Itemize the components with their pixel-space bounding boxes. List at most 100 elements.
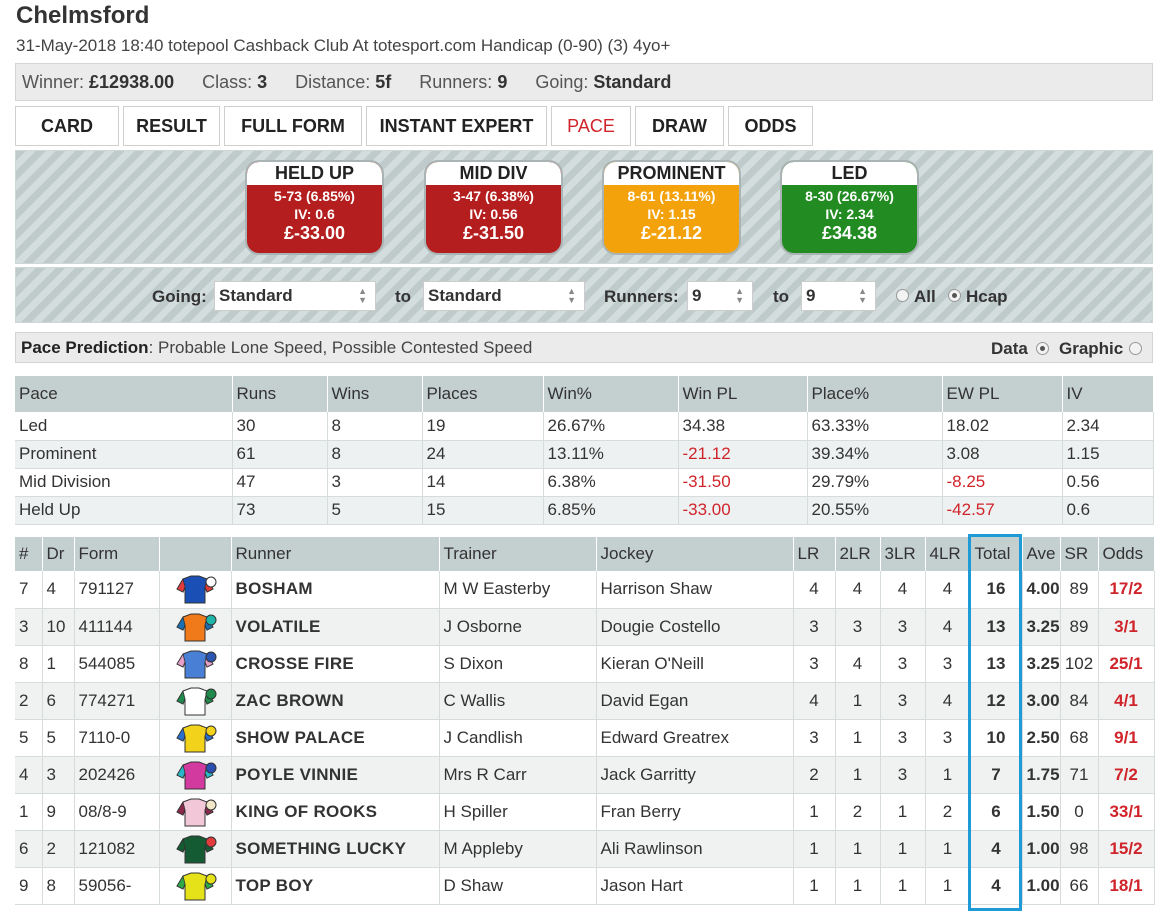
runner-trainer-cell[interactable]: J Candlish bbox=[439, 719, 597, 757]
runner-row[interactable]: 2 6 774271 ZAC BROWN C Wallis David Egan 4 1 3 4 1… bbox=[15, 682, 1155, 720]
runner-lr2-cell: 2 bbox=[835, 793, 881, 831]
runner-jockey-cell[interactable]: Edward Greatrex bbox=[596, 719, 794, 757]
runner-ave-cell: 4.00 bbox=[1022, 571, 1061, 609]
pace-table-cell: 30 bbox=[232, 412, 328, 441]
runner-runner-cell[interactable]: CROSSE FIRE bbox=[231, 645, 440, 683]
graphic-radio[interactable] bbox=[1129, 342, 1142, 355]
runner-runner-cell[interactable]: VOLATILE bbox=[231, 608, 440, 646]
tab-full-form[interactable]: FULL FORM bbox=[224, 106, 362, 146]
runner-jockey-cell[interactable]: Dougie Costello bbox=[596, 608, 794, 646]
runner-trainer-cell[interactable]: M W Easterby bbox=[439, 571, 597, 609]
all-radio[interactable] bbox=[896, 289, 909, 302]
runner-sr-cell: 98 bbox=[1060, 830, 1099, 868]
pace-box-led[interactable]: LED 8-30 (26.67%) IV: 2.34 £34.38 bbox=[780, 160, 919, 255]
runner-runner-cell[interactable]: POYLE VINNIE bbox=[231, 756, 440, 794]
runner-row[interactable]: 6 2 121082 SOMETHING LUCKY M Appleby Ali Rawl… bbox=[15, 830, 1155, 868]
runner-runner-cell[interactable]: SHOW PALACE bbox=[231, 719, 440, 757]
pace-col-header[interactable]: EW PL bbox=[942, 376, 1063, 412]
pace-col-header[interactable]: Win% bbox=[543, 376, 679, 412]
runner-jockey-cell[interactable]: Ali Rawlinson bbox=[596, 830, 794, 868]
runner-runner-cell[interactable]: TOP BOY bbox=[231, 867, 440, 905]
runner-lr-cell: 4 bbox=[793, 571, 836, 609]
runner-trainer-cell[interactable]: Mrs R Carr bbox=[439, 756, 597, 794]
runners-col-header[interactable]: 4LR bbox=[925, 537, 971, 571]
runners-col-header[interactable]: Form bbox=[74, 537, 160, 571]
runners-from-select[interactable]: 9 ▲ ▼ bbox=[687, 281, 753, 311]
runners-col-header[interactable]: Total bbox=[970, 537, 1023, 571]
runner-row[interactable]: 1 9 08/8-9 KING OF ROOKS H Spiller Fran Berry… bbox=[15, 793, 1155, 831]
tab-instant-expert[interactable]: INSTANT EXPERT bbox=[366, 106, 547, 146]
data-radio[interactable] bbox=[1036, 342, 1049, 355]
tab-result[interactable]: RESULT bbox=[123, 106, 220, 146]
pace-box-mid-div[interactable]: MID DIV 3-47 (6.38%) IV: 0.56 £-31.50 bbox=[424, 160, 563, 255]
runners-col-header[interactable]: Dr bbox=[42, 537, 75, 571]
select-arrows-icon: ▲ ▼ bbox=[358, 286, 367, 305]
runner-row[interactable]: 9 8 59056- TOP BOY D Shaw Jason Hart 1 1 1 1 4 1.00… bbox=[15, 867, 1155, 905]
runner-row[interactable]: 3 10 411144 VOLATILE J Osborne Dougie Costell… bbox=[15, 608, 1155, 646]
runner-jockey-cell[interactable]: Harrison Shaw bbox=[596, 571, 794, 609]
runner-total-cell: 6 bbox=[970, 793, 1023, 831]
runner-trainer-cell[interactable]: C Wallis bbox=[439, 682, 597, 720]
tab-card[interactable]: CARD bbox=[15, 106, 119, 146]
runner-ave-cell: 1.00 bbox=[1022, 830, 1061, 868]
data-label: Data bbox=[991, 339, 1028, 358]
runner-jockey-cell[interactable]: Jack Garritty bbox=[596, 756, 794, 794]
runners-col-header[interactable]: 3LR bbox=[880, 537, 926, 571]
pace-col-header[interactable]: Places bbox=[422, 376, 544, 412]
pace-table-cell: Led bbox=[15, 412, 233, 441]
runners-col-header[interactable]: Ave bbox=[1022, 537, 1061, 571]
runner-row[interactable]: 8 1 544085 CROSSE FIRE S Dixon Kieran O'Neill… bbox=[15, 645, 1155, 683]
pace-table-cell: Mid Division bbox=[15, 468, 233, 497]
pace-table-row: Mid Division 47 3 14 6.38% -31.50 29.79% -8.25 0… bbox=[15, 468, 1154, 497]
runner-trainer-cell[interactable]: J Osborne bbox=[439, 608, 597, 646]
pace-table-cell: 34.38 bbox=[678, 412, 808, 441]
tab-draw[interactable]: DRAW bbox=[635, 106, 724, 146]
runners-col-header[interactable]: SR bbox=[1060, 537, 1099, 571]
runner-form-cell: 774271 bbox=[74, 682, 160, 720]
pace-col-header[interactable]: Wins bbox=[327, 376, 423, 412]
runner-trainer-cell[interactable]: M Appleby bbox=[439, 830, 597, 868]
going-info: Going: Standard bbox=[535, 71, 672, 92]
runners-col-header[interactable]: Odds bbox=[1098, 537, 1155, 571]
runner-sr-cell: 89 bbox=[1060, 571, 1099, 609]
pace-col-header[interactable]: Win PL bbox=[678, 376, 808, 412]
runner-jockey-cell[interactable]: Fran Berry bbox=[596, 793, 794, 831]
pace-col-header[interactable]: IV bbox=[1062, 376, 1154, 412]
runners-col-header[interactable]: Trainer bbox=[439, 537, 597, 571]
runners-col-header[interactable] bbox=[159, 537, 232, 571]
runner-runner-cell[interactable]: SOMETHING LUCKY bbox=[231, 830, 440, 868]
runner-trainer-cell[interactable]: S Dixon bbox=[439, 645, 597, 683]
tab-pace[interactable]: PACE bbox=[551, 106, 631, 146]
pace-col-header[interactable]: Place% bbox=[807, 376, 943, 412]
pace-box-pl: £34.38 bbox=[821, 223, 878, 243]
runners-to-select[interactable]: 9 ▲ ▼ bbox=[801, 281, 876, 311]
pace-box-held-up[interactable]: HELD UP 5-73 (6.85%) IV: 0.6 £-33.00 bbox=[245, 160, 384, 255]
runner-trainer-cell[interactable]: H Spiller bbox=[439, 793, 597, 831]
going-to-select[interactable]: Standard ▲ ▼ bbox=[423, 281, 585, 311]
runner-runner-cell[interactable]: KING OF ROOKS bbox=[231, 793, 440, 831]
runner-jockey-cell[interactable]: Kieran O'Neill bbox=[596, 645, 794, 683]
runner-runner-cell[interactable]: ZAC BROWN bbox=[231, 682, 440, 720]
tab-odds[interactable]: ODDS bbox=[728, 106, 813, 146]
pace-box-prominent[interactable]: PROMINENT 8-61 (13.11%) IV: 1.15 £-21.12 bbox=[602, 160, 741, 255]
runner-lr4-cell: 3 bbox=[925, 719, 971, 757]
runners-col-header[interactable]: LR bbox=[793, 537, 836, 571]
runner-row[interactable]: 5 5 7110-0 SHOW PALACE J Candlish Edward Grea… bbox=[15, 719, 1155, 757]
runner-jockey-cell[interactable]: David Egan bbox=[596, 682, 794, 720]
runner-trainer-cell[interactable]: D Shaw bbox=[439, 867, 597, 905]
going-from-select[interactable]: Standard ▲ ▼ bbox=[214, 281, 376, 311]
runner-runner-cell[interactable]: BOSHAM bbox=[231, 571, 440, 609]
runner-jockey-cell[interactable]: Jason Hart bbox=[596, 867, 794, 905]
runners-col-header[interactable]: 2LR bbox=[835, 537, 881, 571]
pace-col-header[interactable]: Runs bbox=[232, 376, 328, 412]
runner-row[interactable]: 7 4 791127 BOSHAM M W Easterby Harrison Shaw 4… bbox=[15, 571, 1155, 609]
runners-col-header[interactable]: # bbox=[15, 537, 43, 571]
runners-col-header[interactable]: Jockey bbox=[596, 537, 794, 571]
runner-row[interactable]: 4 3 202426 POYLE VINNIE Mrs R Carr Jack Garri… bbox=[15, 756, 1155, 794]
pace-col-header[interactable]: Pace bbox=[15, 376, 233, 412]
going-from-value: Standard bbox=[219, 286, 293, 305]
runners-col-header[interactable]: Runner bbox=[231, 537, 440, 571]
pace-table-cell: 24 bbox=[422, 440, 544, 469]
runner-total-cell: 7 bbox=[970, 756, 1023, 794]
hcap-radio[interactable] bbox=[948, 289, 961, 302]
